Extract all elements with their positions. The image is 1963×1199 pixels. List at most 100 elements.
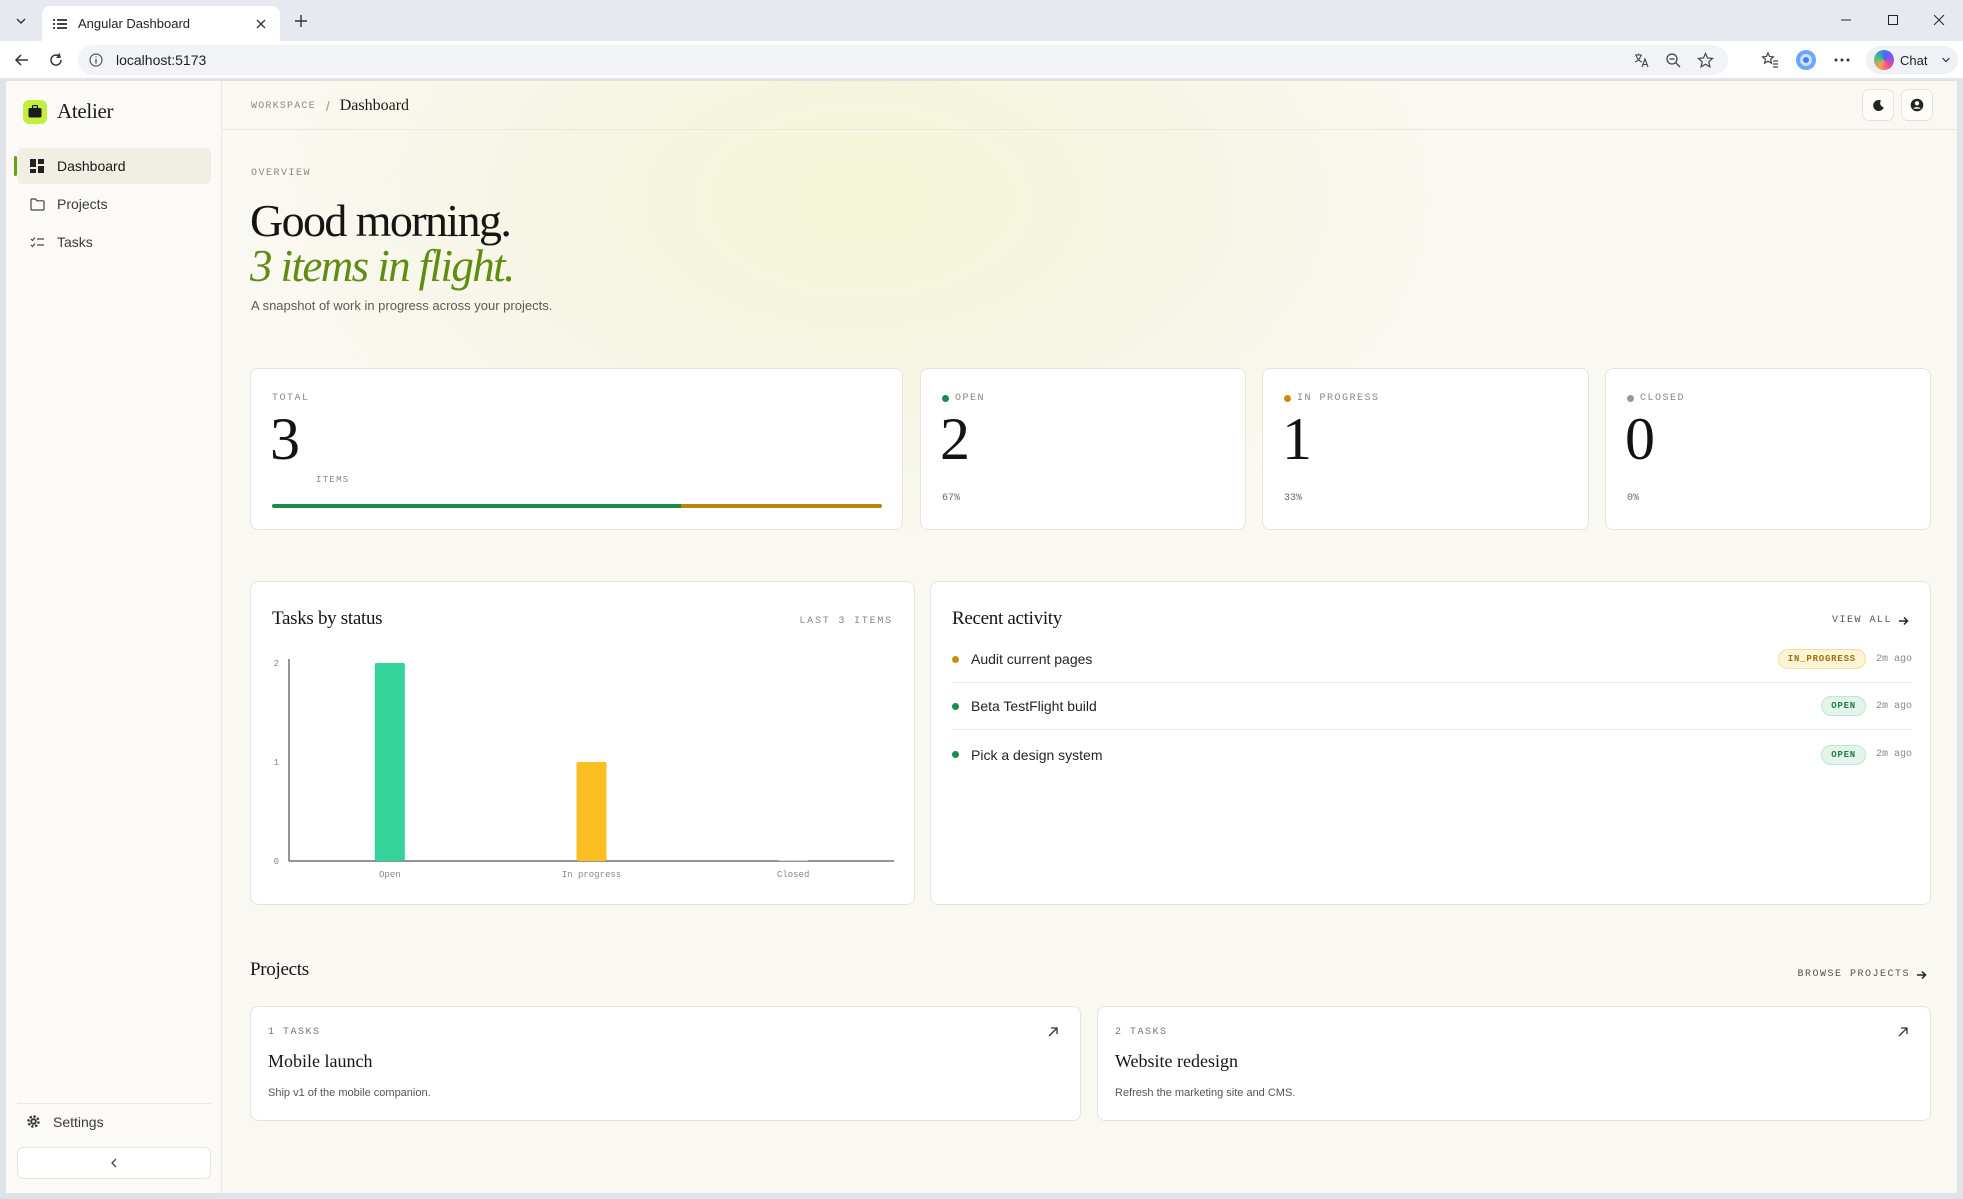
back-button[interactable] [8,47,36,73]
stat-card-in-progress: IN PROGRESS 1 33% [1262,368,1589,530]
profile-avatar-button[interactable] [1792,47,1820,73]
user-circle-icon [1910,98,1924,112]
overview-subtitle: A snapshot of work in progress across yo… [251,298,553,313]
stat-label: CLOSED [1627,393,1685,404]
status-dot [1627,395,1634,402]
breadcrumb-current: Dashboard [339,97,410,114]
project-description: Ship v1 of the mobile companion. [268,1087,431,1099]
status-progress-bar [272,504,882,508]
view-all-link[interactable]: VIEW ALL [1832,615,1909,626]
progress-segment-in-progress [680,504,882,508]
account-button[interactable] [1901,89,1933,121]
breadcrumb-workspace[interactable]: WORKSPACE [251,101,316,112]
checklist-icon [29,234,45,250]
sidebar-item-dashboard[interactable]: Dashboard [14,148,211,184]
sidebar: Atelier Dashboard Projects Tasks Setting… [6,81,222,1193]
address-bar[interactable]: localhost:5173 [78,45,1728,75]
briefcase-icon [23,99,47,124]
breadcrumb-separator: / [325,98,330,114]
x-tick-label: Closed [777,870,809,880]
tab-list-button[interactable] [8,9,34,33]
activity-item[interactable]: Beta TestFlight build OPEN 2m ago [952,683,1912,730]
recent-activity-title: Recent activity [952,608,1062,629]
activity-title: Audit current pages [971,651,1093,667]
brand[interactable]: Atelier [23,99,114,124]
project-card-mobile-launch[interactable]: 1 TASKS Mobile launch Ship v1 of the mob… [250,1006,1081,1121]
browse-projects-link[interactable]: BROWSE PROJECTS [1797,969,1927,980]
activity-title: Beta TestFlight build [971,698,1097,714]
stat-value: 2 [940,406,970,472]
tasks-by-status-card: Tasks by status LAST 3 ITEMS 0 1 2 Open In p… [250,581,915,905]
arrow-right-icon [1899,616,1909,625]
sidebar-item-tasks[interactable]: Tasks [17,224,211,260]
copilot-icon [1874,50,1894,70]
stat-percent: 0% [1627,493,1640,504]
sidebar-item-settings[interactable]: Settings [17,1103,211,1137]
chevron-down-icon [16,18,26,24]
sidebar-item-label: Projects [57,196,108,212]
projects-section-title: Projects [250,959,309,980]
info-icon[interactable] [88,52,104,68]
more-button[interactable] [1828,47,1856,73]
address-bar-actions [1632,45,1728,75]
maximize-button[interactable] [1873,6,1913,34]
project-description: Refresh the marketing site and CMS. [1115,1087,1296,1099]
stat-label-text: TOTAL [272,393,310,404]
items-in-flight-heading: 3 items in flight. [250,241,515,291]
chevron-down-icon [1942,57,1951,63]
translate-icon[interactable] [1632,51,1650,69]
more-horizontal-icon [1834,58,1850,62]
close-icon[interactable] [252,15,270,33]
minimize-button[interactable] [1826,6,1866,34]
status-dot [952,655,959,663]
favorites-button[interactable] [1756,47,1784,73]
stat-label: TOTAL [272,393,310,404]
zoom-out-icon[interactable] [1664,51,1682,69]
project-name: Mobile launch [268,1051,373,1071]
close-window-button[interactable] [1919,6,1959,34]
project-name: Website redesign [1115,1051,1239,1071]
settings-label: Settings [53,1113,104,1130]
maximize-icon [1888,15,1898,25]
stat-percent: 33% [1284,493,1303,504]
y-tick-label: 0 [274,857,279,867]
browser-toolbar: localhost:5173 Chat [0,41,1963,79]
project-task-count: 2 TASKS [1115,1027,1168,1038]
new-tab-button[interactable] [288,8,314,34]
moon-icon [1872,99,1884,111]
main-content: WORKSPACE / Dashboard OVERVIEW Good morn… [222,81,1957,1193]
favorites-icon [1761,51,1778,68]
activity-time: 2m ago [1875,749,1912,760]
status-badge: OPEN [1821,744,1866,765]
stat-unit: ITEMS [316,475,350,485]
x-tick-label: Open [379,870,401,880]
plus-icon [295,15,307,27]
reload-icon [50,53,62,66]
chevron-left-icon [111,1158,117,1168]
collapse-sidebar-button[interactable] [17,1147,211,1179]
reload-button[interactable] [42,47,70,73]
stat-label-text: OPEN [955,393,986,404]
progress-segment-open [272,504,681,508]
copilot-chat-button[interactable]: Chat [1866,46,1958,74]
activity-item[interactable]: Pick a design system OPEN 2m ago [952,731,1912,778]
browser-tab[interactable]: Angular Dashboard [42,6,280,41]
stat-card-total: TOTAL 3 ITEMS [250,368,903,530]
list-icon [52,16,68,32]
activity-item[interactable]: Audit current pages IN_PROGRESS 2m ago [952,636,1912,683]
stat-label-text: CLOSED [1640,393,1686,404]
star-icon[interactable] [1696,51,1714,69]
stat-label: OPEN [942,393,985,404]
stat-percent: 67% [942,493,961,504]
activity-title: Pick a design system [971,746,1103,763]
status-dot [952,702,959,710]
status-badge: OPEN [1821,696,1866,716]
theme-toggle-button[interactable] [1862,89,1894,121]
view-all-label: VIEW ALL [1831,615,1892,626]
project-task-count: 1 TASKS [268,1027,321,1038]
status-dot [1284,395,1291,402]
sidebar-item-projects[interactable]: Projects [17,186,211,222]
y-tick-label: 1 [274,758,279,768]
project-card-website-redesign[interactable]: 2 TASKS Website redesign Refresh the mar… [1097,1006,1931,1121]
stat-label-text: IN PROGRESS [1297,393,1380,404]
